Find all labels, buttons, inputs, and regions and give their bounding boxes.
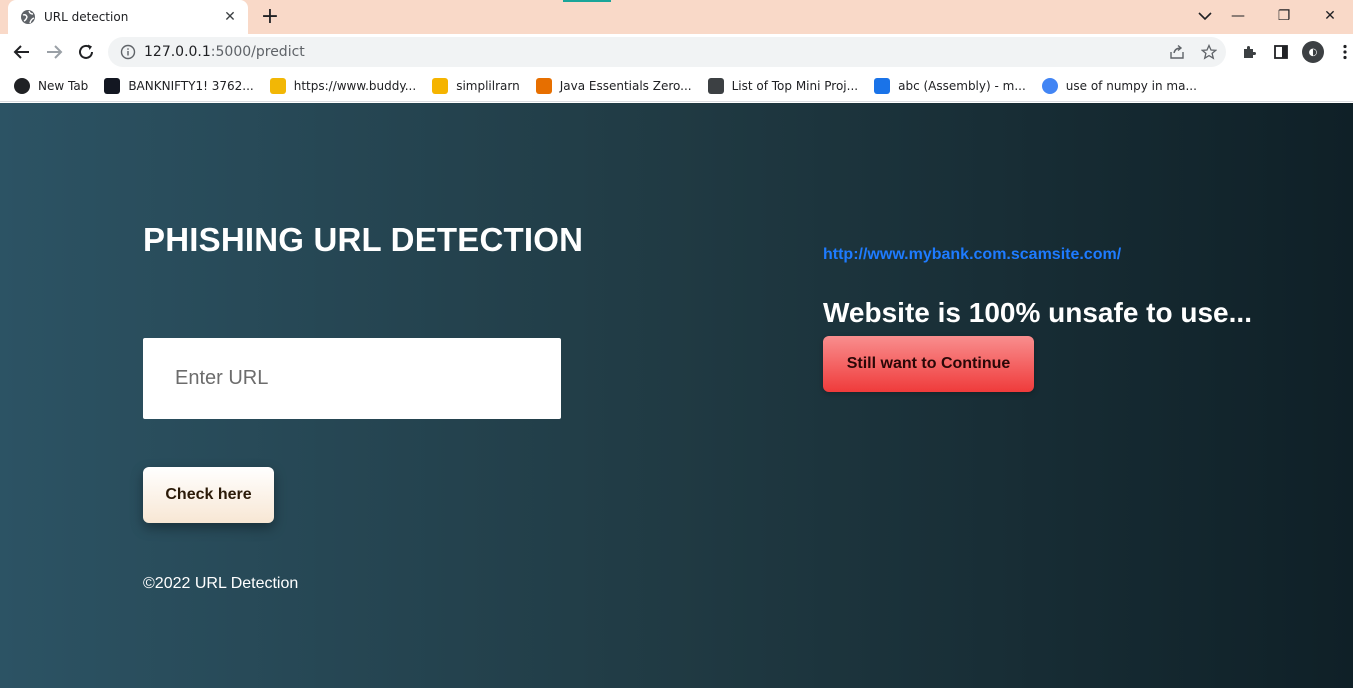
simplilearn-icon	[432, 77, 449, 94]
bookmark-label: https://www.buddy...	[293, 78, 417, 93]
bookmark-star-icon[interactable]	[1198, 41, 1220, 63]
url-host: 127.0.0.1	[144, 44, 211, 60]
bookmark-item[interactable]: use of numpy in ma...	[1041, 72, 1197, 100]
back-arrow-icon[interactable]	[8, 38, 36, 66]
menu-kebab-icon[interactable]	[1332, 38, 1353, 66]
continue-button[interactable]: Still want to Continue	[823, 336, 1034, 392]
window-controls: — ❐ ✕	[1215, 0, 1353, 32]
bookmark-item[interactable]: Java Essentials Zero...	[535, 72, 692, 100]
bookmark-item[interactable]: abc (Assembly) - m...	[874, 72, 1026, 100]
new-tab-button[interactable]: +	[258, 6, 282, 28]
bookmark-item[interactable]: https://www.buddy...	[269, 72, 417, 100]
tab-group-indicator	[563, 0, 611, 2]
bookmark-item[interactable]: New Tab	[14, 72, 88, 100]
bookmark-label: use of numpy in ma...	[1065, 78, 1197, 93]
result-url-link[interactable]: http://www.mybank.com.scamsite.com/	[823, 246, 1121, 264]
address-url: 127.0.0.1:5000/predict	[144, 44, 305, 60]
bookmark-item[interactable]: BANKNIFTY1! 3762...	[104, 72, 254, 100]
globe-icon	[14, 77, 30, 94]
result-message: Website is 100% unsafe to use...	[823, 297, 1252, 328]
browser-toolbar: 127.0.0.1:5000/predict ◐	[0, 34, 1353, 70]
java-icon	[535, 77, 552, 94]
bookmark-label: abc (Assembly) - m...	[898, 78, 1026, 93]
google-icon	[1041, 77, 1058, 94]
bookmark-label: Java Essentials Zero...	[559, 78, 692, 93]
tradingview-icon	[104, 77, 121, 94]
profile-avatar[interactable]: ◐	[1300, 38, 1326, 66]
address-bar[interactable]: 127.0.0.1:5000/predict	[108, 37, 1226, 67]
tab-title: URL detection	[44, 10, 129, 24]
reload-icon[interactable]	[72, 38, 100, 66]
check-here-button[interactable]: Check here	[143, 467, 274, 523]
forward-arrow-icon[interactable]	[40, 38, 68, 66]
browser-tab[interactable]: URL detection ✕	[8, 0, 248, 34]
maximize-button[interactable]: ❐	[1261, 0, 1307, 32]
bookmark-label: List of Top Mini Proj...	[731, 78, 859, 93]
side-panel-icon[interactable]	[1268, 38, 1294, 66]
footer-copyright: ©2022 URL Detection	[143, 575, 299, 592]
tab-close-icon[interactable]: ✕	[222, 9, 238, 25]
minimize-button[interactable]: —	[1215, 0, 1261, 32]
bookmark-item[interactable]: List of Top Mini Proj...	[707, 72, 859, 100]
bookmark-item[interactable]: simplilrarn	[432, 72, 520, 100]
bookmark-label: New Tab	[38, 78, 89, 93]
share-icon[interactable]	[1166, 41, 1188, 63]
extensions-area: ◐	[1236, 38, 1353, 66]
page-title: PHISHING URL DETECTION	[143, 221, 584, 258]
url-input[interactable]	[143, 338, 561, 419]
graduation-cap-icon	[269, 77, 286, 94]
avatar-image: ◐	[1302, 41, 1324, 63]
bookmarks-bar: New Tab BANKNIFTY1! 3762... https://www.bu…	[0, 70, 1353, 102]
site-info-icon[interactable]	[120, 44, 136, 60]
address-actions	[1166, 41, 1220, 63]
bookmark-label: simplilrarn	[456, 78, 520, 93]
url-path: :5000/predict	[210, 44, 305, 60]
diamond-icon	[874, 77, 891, 94]
tab-strip: URL detection ✕ + — ❐ ✕	[0, 0, 1353, 34]
page-content: PHISHING URL DETECTION Check here ©2022 …	[0, 103, 1353, 688]
bookmark-label: BANKNIFTY1! 3762...	[128, 78, 254, 93]
globe-icon	[20, 9, 36, 25]
shield-icon	[707, 77, 724, 94]
close-window-button[interactable]: ✕	[1307, 0, 1353, 32]
extensions-puzzle-icon[interactable]	[1236, 38, 1262, 66]
